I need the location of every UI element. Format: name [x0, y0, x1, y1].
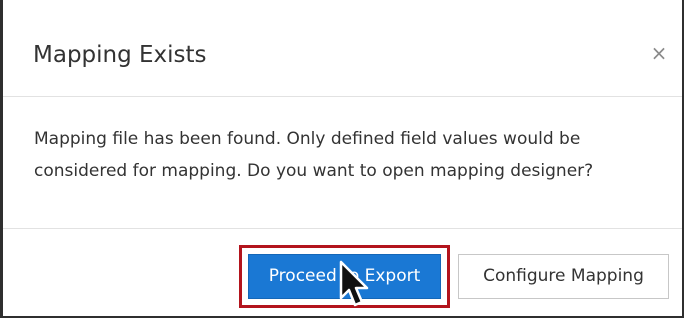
proceed-to-export-button[interactable]: Proceed to Export: [248, 254, 441, 299]
screen: Mapping Exists × Mapping file has been f…: [0, 0, 684, 318]
dialog-footer: Proceed to Export Configure Mapping: [3, 229, 682, 316]
dialog-title: Mapping Exists: [33, 42, 207, 68]
dialog-body: Mapping file has been found. Only define…: [3, 97, 682, 229]
close-icon[interactable]: ×: [648, 42, 670, 64]
mapping-exists-dialog: Mapping Exists × Mapping file has been f…: [3, 0, 682, 316]
dialog-message: Mapping file has been found. Only define…: [34, 129, 594, 181]
configure-mapping-button[interactable]: Configure Mapping: [458, 254, 669, 299]
dialog-header: Mapping Exists ×: [3, 0, 682, 97]
